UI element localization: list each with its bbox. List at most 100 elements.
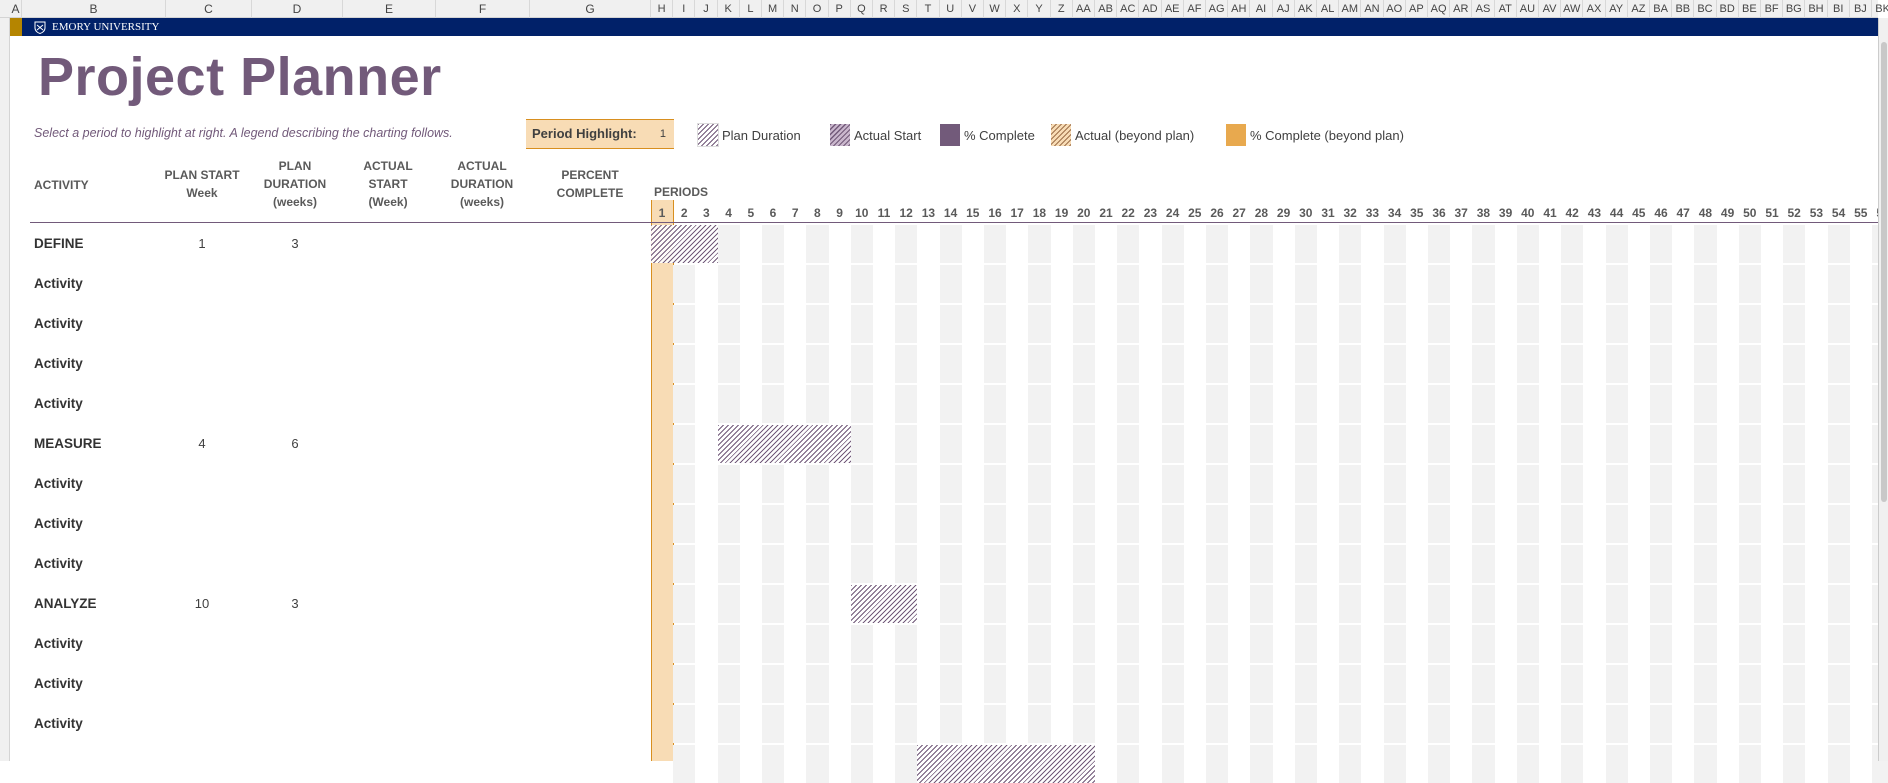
column-header-G[interactable]: G bbox=[530, 0, 651, 18]
gantt-cell[interactable] bbox=[1250, 425, 1273, 463]
gantt-cell[interactable] bbox=[806, 465, 829, 503]
gantt-cell[interactable] bbox=[850, 705, 873, 743]
gantt-cell[interactable] bbox=[717, 665, 740, 703]
gantt-cell[interactable] bbox=[1827, 225, 1850, 263]
gantt-cell[interactable] bbox=[1072, 225, 1095, 263]
gantt-cell[interactable] bbox=[1605, 225, 1628, 263]
gantt-cell[interactable] bbox=[1561, 345, 1584, 383]
gantt-cell[interactable] bbox=[1428, 305, 1451, 343]
gantt-cell[interactable] bbox=[717, 265, 740, 303]
gantt-cell[interactable] bbox=[1472, 385, 1495, 423]
gantt-cell[interactable] bbox=[1206, 505, 1229, 543]
gantt-cell[interactable] bbox=[1827, 425, 1850, 463]
column-header-AJ[interactable]: AJ bbox=[1273, 0, 1295, 18]
gantt-cell[interactable] bbox=[1783, 465, 1806, 503]
gantt-cell[interactable] bbox=[1206, 225, 1229, 263]
column-header-U[interactable]: U bbox=[940, 0, 962, 18]
activity-name[interactable]: Activity bbox=[34, 464, 83, 504]
column-header-H[interactable]: H bbox=[651, 0, 674, 18]
gantt-cell[interactable] bbox=[1738, 705, 1761, 743]
gantt-cell[interactable] bbox=[1339, 265, 1362, 303]
column-header-AS[interactable]: AS bbox=[1472, 0, 1495, 18]
gantt-cell[interactable] bbox=[806, 265, 829, 303]
gantt-cell[interactable] bbox=[1561, 585, 1584, 623]
gantt-cell[interactable] bbox=[1161, 465, 1184, 503]
column-header-P[interactable]: P bbox=[829, 0, 851, 18]
gantt-cell[interactable] bbox=[1206, 385, 1229, 423]
gantt-cell[interactable] bbox=[673, 665, 696, 703]
gantt-cell[interactable] bbox=[673, 745, 696, 783]
gantt-cell[interactable] bbox=[1694, 345, 1717, 383]
gantt-cell[interactable] bbox=[984, 465, 1007, 503]
column-header-X[interactable]: X bbox=[1006, 0, 1029, 18]
gantt-cell[interactable] bbox=[1339, 425, 1362, 463]
gantt-cell[interactable] bbox=[1028, 345, 1051, 383]
gantt-cell[interactable] bbox=[1206, 705, 1229, 743]
gantt-cell[interactable] bbox=[673, 305, 696, 343]
column-header-M[interactable]: M bbox=[762, 0, 785, 18]
gantt-cell[interactable] bbox=[673, 505, 696, 543]
column-header-BI[interactable]: BI bbox=[1828, 0, 1850, 18]
gantt-cell[interactable] bbox=[1206, 745, 1229, 783]
gantt-cell[interactable] bbox=[895, 625, 918, 663]
gantt-cell[interactable] bbox=[1161, 265, 1184, 303]
gantt-cell[interactable] bbox=[984, 425, 1007, 463]
gantt-cell[interactable] bbox=[1428, 385, 1451, 423]
gantt-cell[interactable] bbox=[1294, 665, 1317, 703]
gantt-cell[interactable] bbox=[1250, 505, 1273, 543]
gantt-cell[interactable] bbox=[1428, 545, 1451, 583]
gantt-cell[interactable] bbox=[1161, 385, 1184, 423]
gantt-cell[interactable] bbox=[984, 585, 1007, 623]
gantt-cell[interactable] bbox=[1161, 505, 1184, 543]
gantt-cell[interactable] bbox=[1783, 225, 1806, 263]
gantt-cell[interactable] bbox=[762, 745, 785, 783]
column-header-BG[interactable]: BG bbox=[1783, 0, 1806, 18]
gantt-cell[interactable] bbox=[717, 505, 740, 543]
gantt-cell[interactable] bbox=[717, 545, 740, 583]
gantt-cell[interactable] bbox=[850, 625, 873, 663]
gantt-cell[interactable] bbox=[1605, 625, 1628, 663]
plan-duration-value[interactable]: 3 bbox=[265, 584, 325, 624]
gantt-cell[interactable] bbox=[1783, 345, 1806, 383]
column-header-AF[interactable]: AF bbox=[1184, 0, 1206, 18]
gantt-cell[interactable] bbox=[1028, 385, 1051, 423]
column-header-I[interactable]: I bbox=[673, 0, 696, 18]
gantt-cell[interactable] bbox=[1250, 305, 1273, 343]
gantt-cell[interactable] bbox=[1516, 665, 1539, 703]
gantt-cell[interactable] bbox=[939, 225, 962, 263]
gantt-cell[interactable] bbox=[850, 545, 873, 583]
gantt-cell[interactable] bbox=[1605, 345, 1628, 383]
gantt-cell[interactable] bbox=[1428, 425, 1451, 463]
column-header-T[interactable]: T bbox=[917, 0, 940, 18]
gantt-cell[interactable] bbox=[1294, 505, 1317, 543]
column-header-BE[interactable]: BE bbox=[1739, 0, 1761, 18]
gantt-cell[interactable] bbox=[939, 425, 962, 463]
activity-name[interactable]: Activity bbox=[34, 504, 83, 544]
gantt-cell[interactable] bbox=[1294, 265, 1317, 303]
gantt-cell[interactable] bbox=[895, 665, 918, 703]
column-header-AL[interactable]: AL bbox=[1317, 0, 1340, 18]
gantt-cell[interactable] bbox=[1117, 705, 1140, 743]
gantt-cell[interactable] bbox=[1738, 625, 1761, 663]
gantt-cell[interactable] bbox=[1428, 625, 1451, 663]
gantt-cell[interactable] bbox=[984, 305, 1007, 343]
gantt-cell[interactable] bbox=[762, 545, 785, 583]
gantt-cell[interactable] bbox=[1605, 585, 1628, 623]
gantt-cell[interactable] bbox=[1783, 545, 1806, 583]
column-header-AB[interactable]: AB bbox=[1095, 0, 1118, 18]
activity-name[interactable]: Activity bbox=[34, 384, 83, 424]
plan-start-value[interactable]: 10 bbox=[172, 584, 232, 624]
gantt-cell[interactable] bbox=[1827, 505, 1850, 543]
gantt-cell[interactable] bbox=[1428, 265, 1451, 303]
gantt-cell[interactable] bbox=[1783, 305, 1806, 343]
gantt-cell[interactable] bbox=[1650, 665, 1673, 703]
gantt-cell[interactable] bbox=[673, 345, 696, 383]
gantt-cell[interactable] bbox=[1516, 425, 1539, 463]
activity-name[interactable]: Activity bbox=[34, 544, 83, 584]
gantt-cell[interactable] bbox=[1738, 745, 1761, 783]
gantt-cell[interactable] bbox=[806, 385, 829, 423]
gantt-cell[interactable] bbox=[1694, 545, 1717, 583]
activity-name[interactable]: MEASURE bbox=[34, 424, 102, 464]
gantt-cell[interactable] bbox=[1428, 225, 1451, 263]
gantt-cell[interactable] bbox=[717, 385, 740, 423]
